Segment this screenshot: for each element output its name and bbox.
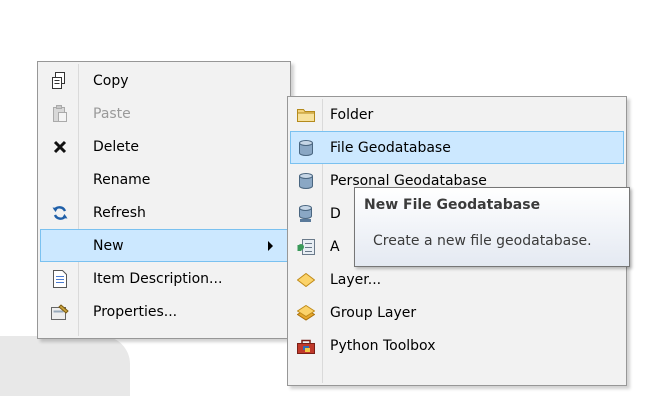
address-locator-icon bbox=[292, 235, 320, 259]
geodatabase-icon bbox=[292, 136, 320, 160]
geodatabase-icon bbox=[292, 169, 320, 193]
menu-item-label: Item Description... bbox=[93, 270, 223, 287]
menu-item-label: Delete bbox=[93, 138, 139, 155]
group-layer-icon bbox=[292, 301, 320, 325]
submenu-item-python-toolbox[interactable]: Python Toolbox bbox=[290, 329, 624, 362]
delete-icon bbox=[43, 135, 77, 159]
background-shape bbox=[0, 336, 130, 396]
menu-item-properties[interactable]: Properties... bbox=[40, 295, 288, 328]
python-toolbox-icon bbox=[292, 334, 320, 358]
menu-item-label: Folder bbox=[330, 106, 374, 123]
context-menu: Copy Paste Delete Rename Refresh New Ite… bbox=[37, 61, 291, 339]
menu-item-label: D bbox=[330, 205, 341, 222]
item-description-icon bbox=[43, 267, 77, 291]
menu-item-label: Properties... bbox=[93, 303, 178, 320]
menu-item-label: Python Toolbox bbox=[330, 337, 436, 354]
menu-item-paste[interactable]: Paste bbox=[40, 97, 288, 130]
menu-item-label: Group Layer bbox=[330, 304, 417, 321]
submenu-item-group-layer[interactable]: Group Layer bbox=[290, 296, 624, 329]
layer-icon bbox=[292, 268, 320, 292]
menu-item-delete[interactable]: Delete bbox=[40, 130, 288, 163]
submenu-item-file-geodatabase[interactable]: File Geodatabase bbox=[290, 131, 624, 164]
submenu-arrow-icon bbox=[268, 240, 273, 251]
menu-item-label: Layer... bbox=[330, 271, 382, 288]
menu-item-label: File Geodatabase bbox=[330, 139, 451, 156]
submenu-item-layer[interactable]: Layer... bbox=[290, 263, 624, 296]
menu-item-new[interactable]: New bbox=[40, 229, 288, 262]
menu-item-label: Paste bbox=[93, 105, 131, 122]
menu-item-item-description[interactable]: Item Description... bbox=[40, 262, 288, 295]
refresh-icon bbox=[43, 201, 77, 225]
properties-icon bbox=[43, 300, 77, 324]
tooltip: New File Geodatabase Create a new file g… bbox=[354, 187, 630, 267]
tooltip-title: New File Geodatabase bbox=[364, 197, 541, 213]
submenu-item-folder[interactable]: Folder bbox=[290, 98, 624, 131]
menu-item-refresh[interactable]: Refresh bbox=[40, 196, 288, 229]
menu-item-label: New bbox=[93, 237, 124, 254]
menu-item-label: Copy bbox=[93, 72, 129, 89]
paste-icon bbox=[43, 102, 77, 126]
menu-item-label: Refresh bbox=[93, 204, 146, 221]
menu-item-copy[interactable]: Copy bbox=[40, 64, 288, 97]
tooltip-description: Create a new file geodatabase. bbox=[373, 233, 592, 249]
database-connection-icon bbox=[292, 202, 320, 226]
menu-item-label: Rename bbox=[93, 171, 151, 188]
menu-item-label: A bbox=[330, 238, 340, 255]
copy-icon bbox=[43, 69, 77, 93]
folder-icon bbox=[292, 103, 320, 127]
menu-item-rename[interactable]: Rename bbox=[40, 163, 288, 196]
